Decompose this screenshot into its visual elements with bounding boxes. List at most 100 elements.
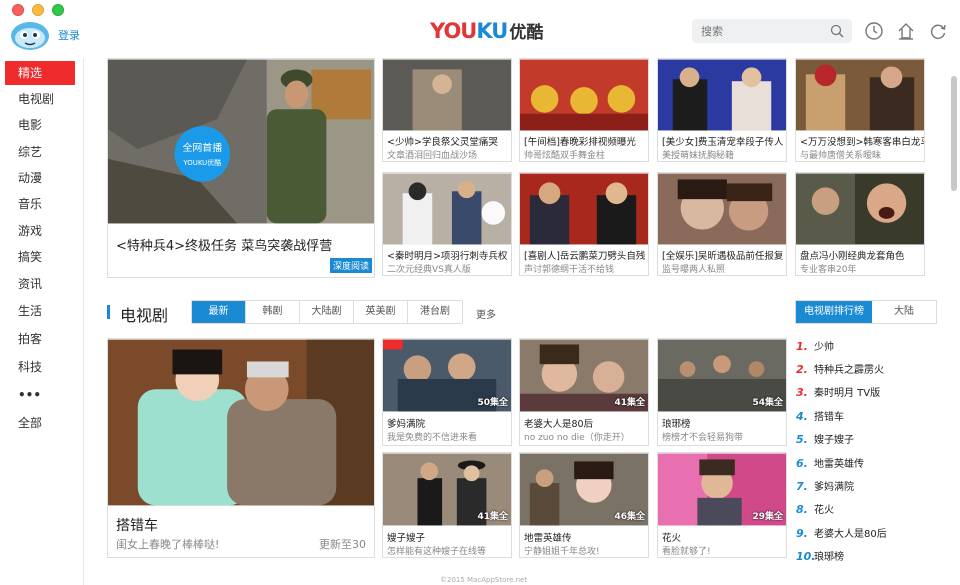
tv-subtitle: 我是免费的不信进来看 [387, 433, 478, 443]
search-box[interactable] [692, 19, 852, 43]
sidebar-item-life[interactable]: 生活 [5, 299, 75, 323]
tv-title: 琅琊榜 [662, 419, 691, 430]
rank-number: 5. [796, 433, 808, 446]
ranking-item[interactable]: 4. 搭错车 [796, 408, 936, 424]
sidebar-item-anime[interactable]: 动漫 [5, 166, 75, 190]
tab-tv-ranking[interactable]: 电视剧排行榜 [796, 301, 872, 323]
video-subtitle: 专业客串20年 [800, 265, 857, 275]
rank-number: 3. [796, 386, 808, 399]
rank-title: 地雷英雄传 [814, 459, 864, 470]
upload-icon[interactable] [896, 21, 916, 41]
sidebar-item-music[interactable]: 音乐 [5, 192, 75, 216]
tv-subtitle: 榜榜才不会轻易狗带 [662, 433, 744, 443]
rank-number: 6. [796, 457, 808, 470]
more-link[interactable]: 更多 [476, 306, 496, 321]
sidebar-item-tv[interactable]: 电视剧 [5, 87, 75, 111]
tv-featured-subtitle: 闺女上春晚了棒棒哒! [116, 538, 220, 551]
video-card[interactable]: <万万没想到>韩寒客串白龙马 与最帅唐僧关系暧昧 [795, 58, 925, 162]
search-input[interactable] [692, 19, 822, 43]
tab-latest[interactable]: 最新 [192, 301, 246, 323]
ranking-item[interactable]: 6. 地雷英雄传 [796, 455, 936, 471]
video-card[interactable]: <秦时明月>项羽行刺寺兵权 二次元经典VS真人版 [382, 172, 512, 276]
sidebar-item-tech[interactable]: 科技 [5, 355, 75, 379]
rank-title: 少帅 [814, 342, 834, 353]
history-icon[interactable] [864, 21, 884, 41]
sidebar-item-funny[interactable]: 搞笑 [5, 245, 75, 269]
footer-watermark: ©2015 MacAppStore.net [440, 576, 528, 584]
tv-card[interactable]: 46集全 地雷英雄传 宁静姐姐千年总攻! [519, 452, 649, 558]
scrollbar-thumb[interactable] [951, 76, 957, 191]
tab-western[interactable]: 英美剧 [354, 301, 408, 323]
sidebar-item-games[interactable]: 游戏 [5, 219, 75, 243]
sidebar-item-more[interactable]: ••• [5, 383, 75, 407]
tv-featured-card[interactable]: 搭错车 闺女上春晚了棒棒哒! 更新至30 [107, 338, 375, 558]
tv-card[interactable]: 41集全 嫂子嫂子 怎样能有这种嫂子在线等 [382, 452, 512, 558]
video-card[interactable]: [美少女]费玉清宠幸段子传人 美授萌妹抚胸秘籍 [657, 58, 787, 162]
ranking-item[interactable]: 1. 少帅 [796, 338, 936, 354]
sidebar-item-variety[interactable]: 综艺 [5, 140, 75, 164]
episode-badge: 41集全 [477, 512, 508, 522]
ranking-item[interactable]: 3. 秦时明月 TV版 [796, 384, 936, 400]
sidebar-item-news[interactable]: 资讯 [5, 272, 75, 296]
rank-number: 9. [796, 527, 808, 540]
vertical-scrollbar[interactable] [950, 58, 958, 585]
ranking-item[interactable]: 9. 老婆大人是80后 [796, 525, 936, 541]
youku-logo[interactable]: YOUKU 优酷 [430, 18, 543, 43]
featured-thumbnail: 全网首播 YOUKU优酷 [108, 59, 374, 224]
rank-number: 4. [796, 410, 808, 423]
tv-card[interactable]: 50集全 爹妈满院 我是免费的不信进来看 [382, 338, 512, 446]
user-avatar-icon[interactable] [8, 12, 56, 52]
episode-badge: 54集全 [752, 398, 783, 408]
video-subtitle: 文章酒泪回归血战沙场 [387, 151, 478, 161]
section-accent-bar [107, 305, 110, 319]
video-thumbnail [520, 59, 648, 131]
rank-number: 8. [796, 503, 808, 516]
tab-mainland[interactable]: 大陆剧 [300, 301, 354, 323]
tv-title: 花火 [662, 533, 682, 544]
video-thumbnail [796, 173, 924, 245]
video-title: [全娱乐]吴昕遇极品前任报复 [662, 251, 784, 262]
tv-card[interactable]: 41集全 老婆大人是80后 no zuo no die（你走开） [519, 338, 649, 446]
sidebar-item-all[interactable]: 全部 [5, 411, 75, 435]
tab-korean[interactable]: 韩剧 [246, 301, 300, 323]
rank-number: 1. [796, 340, 808, 353]
tab-hktw[interactable]: 港台剧 [408, 301, 462, 323]
tv-subtitle: no zuo no die（你走开） [524, 433, 630, 443]
rank-title: 嫂子嫂子 [814, 435, 854, 446]
rank-number: 10. [796, 550, 816, 563]
rank-title: 爹妈满院 [814, 482, 854, 493]
video-card[interactable]: [喜剧人]岳云鹏菜刀劈头自残 声讨郭德纲干活不给钱 [519, 172, 649, 276]
refresh-icon[interactable] [928, 21, 948, 41]
video-title: <万万没想到>韩寒客串白龙马 [800, 137, 924, 148]
video-card[interactable]: 盘点冯小刚经典龙套角色 专业客串20年 [795, 172, 925, 276]
video-card[interactable]: <少帅>学良祭父灵堂痛哭 文章酒泪回归血战沙场 [382, 58, 512, 162]
featured-card[interactable]: 全网首播 YOUKU优酷 <特种兵4>终极任务 菜鸟突袭战俘营 深度阅读 [107, 58, 375, 278]
ranking-item[interactable]: 8. 花火 [796, 501, 936, 517]
featured-badge[interactable]: 深度阅读 [329, 258, 372, 273]
tv-card[interactable]: 29集全 花火 看脸就够了! [657, 452, 787, 558]
video-subtitle: 声讨郭德纲干活不给钱 [524, 265, 615, 275]
sidebar-item-paike[interactable]: 拍客 [5, 327, 75, 351]
video-title: [午间档]春晚彩排视频曝光 [524, 137, 636, 148]
episode-badge: 46集全 [614, 512, 645, 522]
ranking-item[interactable]: 5. 嫂子嫂子 [796, 431, 936, 447]
ranking-item[interactable]: 10.琅琊榜 [796, 548, 936, 564]
logo-cn-text: 优酷 [509, 23, 544, 43]
video-card[interactable]: [全娱乐]吴昕遇极品前任报复 监号曝两人私照 [657, 172, 787, 276]
sidebar-item-featured[interactable]: 精选 [5, 61, 75, 85]
sidebar-item-movies[interactable]: 电影 [5, 113, 75, 137]
rank-title: 特种兵之霹雳火 [814, 365, 884, 376]
ranking-item[interactable]: 7. 爹妈满院 [796, 478, 936, 494]
rank-number: 7. [796, 480, 808, 493]
video-title: [美少女]费玉清宠幸段子传人 [662, 137, 784, 148]
video-card[interactable]: [午间档]春晚彩排视频曝光 帅哥炫酷双手舞金柱 [519, 58, 649, 162]
video-thumbnail [796, 59, 924, 131]
tv-card[interactable]: 54集全 琅琊榜 榜榜才不会轻易狗带 [657, 338, 787, 446]
search-icon[interactable] [830, 24, 844, 38]
tv-subtitle: 怎样能有这种嫂子在线等 [387, 547, 487, 557]
video-subtitle: 二次元经典VS真人版 [387, 265, 471, 275]
ranking-item[interactable]: 2. 特种兵之霹雳火 [796, 361, 936, 377]
tab-ranking-mainland[interactable]: 大陆 [872, 301, 936, 323]
login-link[interactable]: 登录 [58, 27, 80, 43]
video-thumbnail [658, 59, 786, 131]
